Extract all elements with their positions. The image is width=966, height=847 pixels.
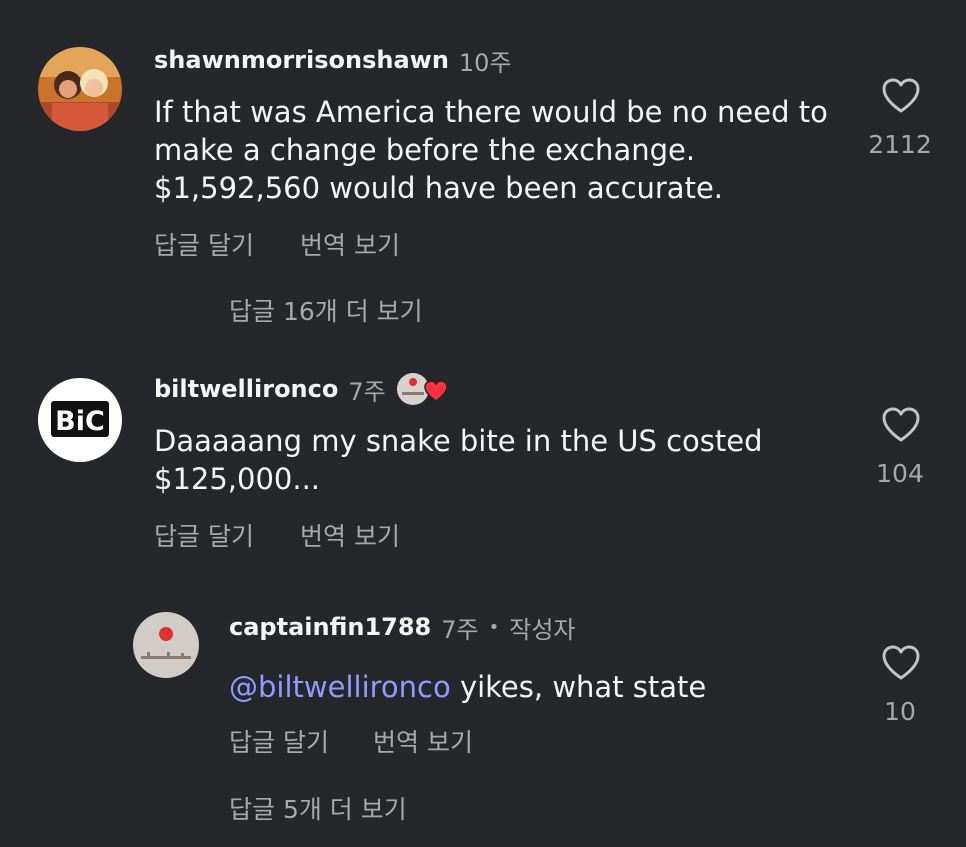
comment-line: $1,592,560 would have been accurate. bbox=[154, 171, 724, 205]
comment-line: make a change before the exchange. bbox=[154, 133, 696, 167]
like-count: 104 bbox=[876, 459, 924, 488]
comment-text: If that was America there would be no ne… bbox=[154, 93, 828, 207]
dot-separator: • bbox=[488, 616, 500, 638]
avatar[interactable] bbox=[133, 612, 199, 678]
comment-line: $125,000... bbox=[154, 462, 321, 496]
heart-icon bbox=[882, 78, 920, 113]
comment-username[interactable]: shawnmorrisonshawn bbox=[154, 46, 449, 74]
comment-time: 7주 bbox=[441, 615, 479, 644]
view-more-replies-button[interactable]: 답글 5개 더 보기 bbox=[229, 790, 407, 826]
avatar[interactable]: BiC bbox=[38, 378, 122, 462]
heart-filled-icon bbox=[423, 380, 448, 402]
like-count: 10 bbox=[884, 697, 916, 726]
comment-time: 10주 bbox=[458, 48, 512, 77]
comment-username[interactable]: captainfin1788 bbox=[229, 613, 431, 641]
comment-line: Daaaaang my snake bite in the US costed bbox=[154, 424, 763, 458]
mention-link[interactable]: @biltwellironco bbox=[229, 670, 451, 704]
view-more-replies-button[interactable]: 답글 16개 더 보기 bbox=[229, 292, 423, 328]
comment-username[interactable]: biltwellironco bbox=[154, 375, 338, 403]
like-button[interactable] bbox=[882, 407, 920, 443]
reply-button[interactable]: 답글 달기 bbox=[229, 723, 329, 759]
translate-button[interactable]: 번역 보기 bbox=[300, 517, 400, 553]
avatar[interactable] bbox=[38, 47, 122, 131]
creator-liked-badge bbox=[396, 372, 448, 406]
comment-time: 7주 bbox=[348, 377, 386, 406]
translate-button[interactable]: 번역 보기 bbox=[300, 226, 400, 262]
comment-text: @biltwellironco yikes, what state bbox=[229, 668, 706, 706]
like-button[interactable] bbox=[882, 645, 920, 681]
avatar-logo-text: BiC bbox=[55, 406, 105, 437]
reply-button[interactable]: 답글 달기 bbox=[154, 517, 254, 553]
heart-icon bbox=[882, 407, 920, 442]
comment-body: yikes, what state bbox=[450, 670, 707, 704]
heart-icon bbox=[882, 645, 920, 680]
like-count: 2112 bbox=[868, 130, 932, 159]
translate-button[interactable]: 번역 보기 bbox=[373, 723, 473, 759]
like-button[interactable] bbox=[882, 78, 920, 114]
comment-line: If that was America there would be no ne… bbox=[154, 95, 828, 129]
comment-text: Daaaaang my snake bite in the US costed … bbox=[154, 422, 763, 498]
reply-button[interactable]: 답글 달기 bbox=[154, 226, 254, 262]
author-badge: 작성자 bbox=[509, 615, 576, 644]
